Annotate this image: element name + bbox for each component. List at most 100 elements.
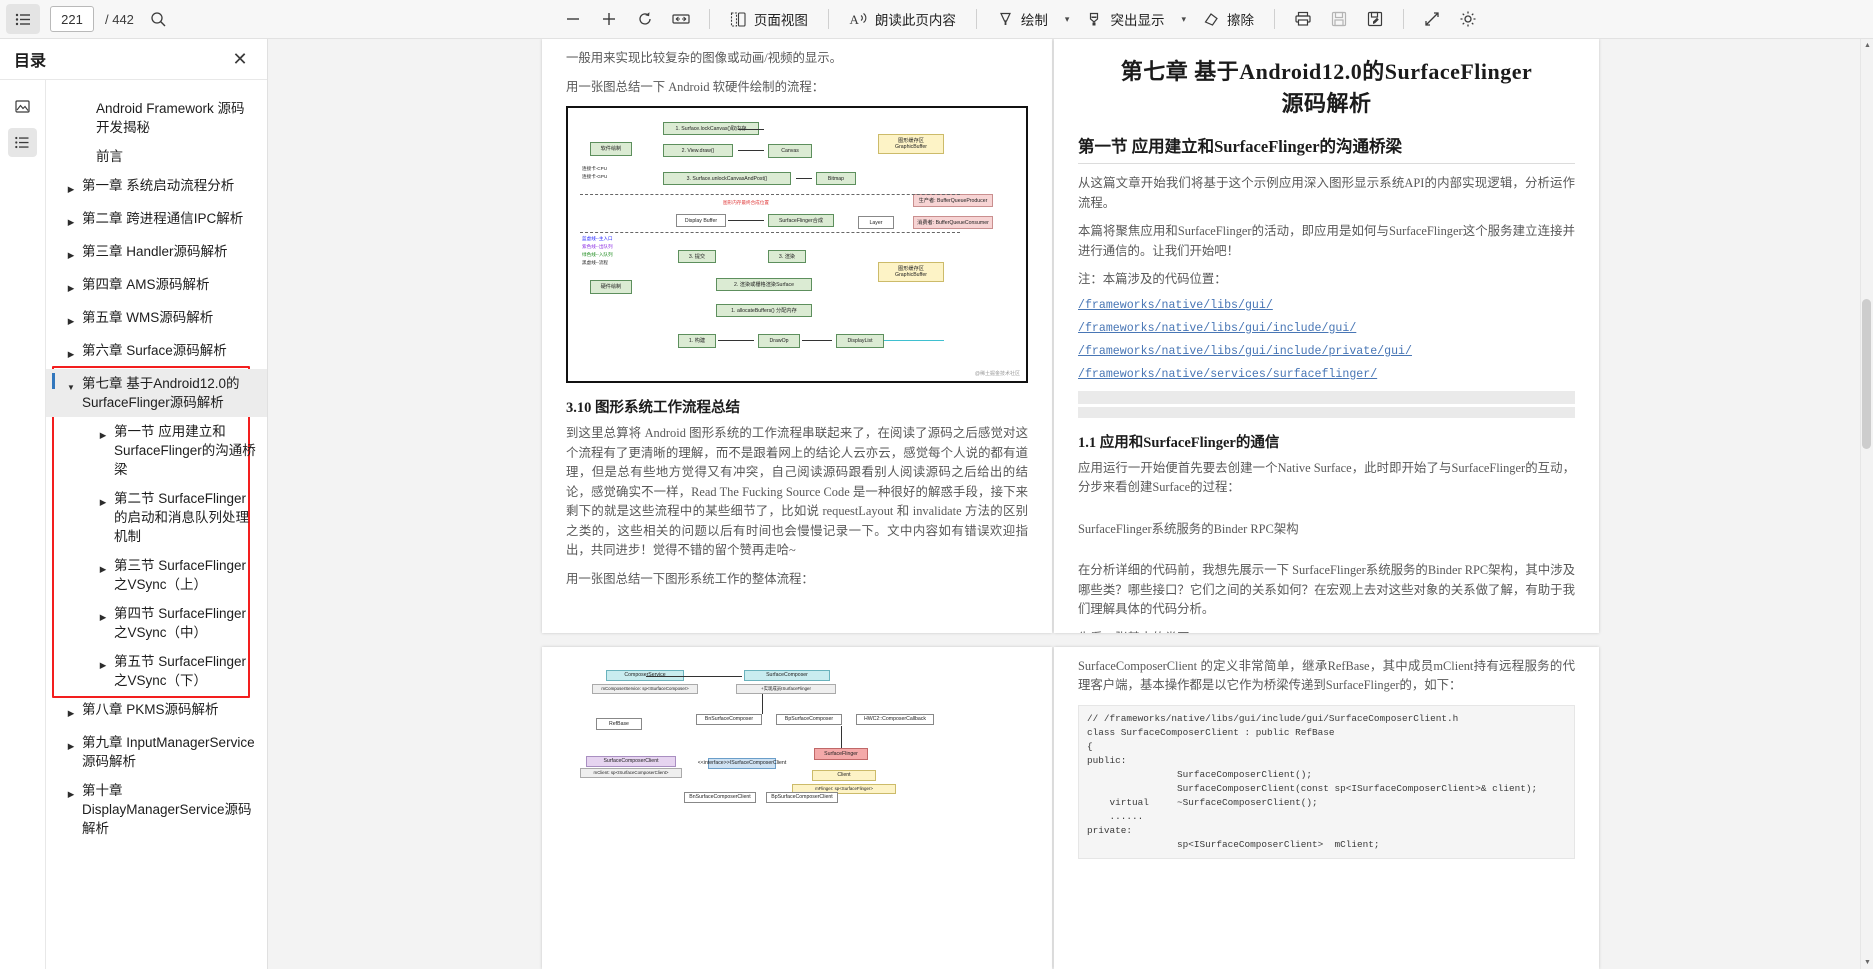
minus-icon [564, 10, 582, 28]
expand-icon [1423, 10, 1441, 28]
page-spread: 一般用来实现比较复杂的图像或动画/视频的显示。 用一张图总结一下 Android… [542, 39, 1599, 969]
twisty-collapsed-icon[interactable]: ▶ [92, 604, 114, 627]
erase-button[interactable]: 擦除 [1194, 4, 1263, 34]
toc-item-label: 第四章 AMS源码解析 [82, 275, 257, 294]
zoom-out-button[interactable] [556, 4, 590, 34]
scroll-up-chevron-up-icon[interactable]: ▲ [1861, 39, 1873, 52]
toc-item-10[interactable]: ▶第二节 SurfaceFlinger的启动和消息队列处理机制 [46, 484, 267, 551]
node-hardware-draw: 硬件绘制 [590, 280, 632, 294]
sidebar-body: Android Framework 源码开发揭秘前言▶第一章 系统启动流程分析▶… [0, 80, 267, 969]
fullscreen-button[interactable] [1415, 4, 1449, 34]
gray-placeholder-1 [1078, 391, 1575, 404]
twisty-collapsed-icon[interactable]: ▶ [92, 652, 114, 675]
document-page-right-top: 第七章 基于Android12.0的SurfaceFlinger 源码解析 第一… [1054, 39, 1599, 633]
save-as-button[interactable] [1358, 4, 1392, 34]
twisty-collapsed-icon[interactable]: ▶ [92, 489, 114, 512]
page-view-button[interactable]: 页面视图 [721, 4, 817, 34]
toc-item-13[interactable]: ▶第五节 SurfaceFlinger之VSync（下） [46, 647, 267, 695]
twisty-collapsed-icon[interactable]: ▶ [60, 275, 82, 298]
node-surfaceflinger-merge: SurfaceFlinger合成 [768, 214, 834, 227]
toc-item-3[interactable]: ▶第二章 跨进程通信IPC解析 [46, 204, 267, 237]
toc-list: Android Framework 源码开发揭秘前言▶第一章 系统启动流程分析▶… [46, 80, 267, 969]
cls-refbase: RefBase [596, 718, 642, 730]
page-content-left-bottom: ComposerService SurfaceComposer mCompose… [542, 647, 1052, 864]
document-page-left-top: 一般用来实现比较复杂的图像或动画/视频的显示。 用一张图总结一下 Android… [542, 39, 1052, 633]
toc-item-label: 第十章 DisplayManagerService源码解析 [82, 781, 257, 838]
code-path-link-1[interactable]: /frameworks/native/libs/gui/ [1078, 299, 1575, 312]
toc-item-11[interactable]: ▶第三节 SurfaceFlinger 之VSync（上） [46, 551, 267, 599]
toc-item-7[interactable]: ▶第六章 Surface源码解析 [46, 336, 267, 369]
chapter-title-line1: 第七章 基于Android12.0的SurfaceFlinger [1078, 57, 1575, 87]
toc-item-14[interactable]: ▶第八章 PKMS源码解析 [46, 695, 267, 728]
sidebar-toggle-button[interactable] [6, 4, 40, 34]
right-para-5: SurfaceFlinger系统服务的Binder RPC架构 [1078, 520, 1575, 540]
vertical-scrollbar[interactable]: ▲ ▼ [1860, 39, 1873, 969]
zoom-in-button[interactable] [592, 4, 626, 34]
thumbnail-panel-button[interactable] [8, 92, 37, 121]
draw-button[interactable]: 绘制 [988, 4, 1057, 34]
scrollbar-thumb[interactable] [1862, 299, 1871, 449]
twisty-collapsed-icon[interactable]: ▶ [60, 733, 82, 756]
toc-item-label: 第四节 SurfaceFlinger之VSync（中） [114, 604, 257, 642]
rotate-button[interactable] [628, 4, 662, 34]
node-graphicbuffer-1: 图形缓存区GraphicBuffer [878, 134, 944, 154]
toc-item-label: 第七章 基于Android12.0的SurfaceFlinger源码解析 [82, 374, 257, 412]
twisty-collapsed-icon[interactable]: ▶ [60, 176, 82, 199]
highlight-chevron-down-icon[interactable]: ▾ [1175, 14, 1192, 25]
toc-item-label: 第三节 SurfaceFlinger 之VSync（上） [114, 556, 257, 594]
toc-item-2[interactable]: ▶第一章 系统启动流程分析 [46, 171, 267, 204]
twisty-collapsed-icon[interactable]: ▶ [60, 242, 82, 265]
search-button[interactable] [142, 4, 176, 34]
toc-item-9[interactable]: ▶第一节 应用建立和SurfaceFlinger的沟通桥梁 [46, 417, 267, 484]
fit-width-button[interactable] [664, 4, 698, 34]
twisty-collapsed-icon[interactable]: ▶ [60, 308, 82, 331]
read-aloud-label: 朗读此页内容 [875, 9, 956, 29]
toc-item-5[interactable]: ▶第四章 AMS源码解析 [46, 270, 267, 303]
toc-item-label: 第二节 SurfaceFlinger的启动和消息队列处理机制 [114, 489, 257, 546]
fit-width-icon [671, 10, 691, 28]
twisty-collapsed-icon[interactable]: ▶ [60, 700, 82, 723]
draw-chevron-down-icon[interactable]: ▾ [1059, 14, 1076, 25]
toc-item-12[interactable]: ▶第四节 SurfaceFlinger之VSync（中） [46, 599, 267, 647]
cls-composerservice-member: mComposerService: sp<ISurfaceComposer> [592, 684, 698, 694]
toc-item-0[interactable]: Android Framework 源码开发揭秘 [46, 94, 267, 142]
label-gpu: 连接卡-GPU [582, 174, 607, 180]
toc-item-8[interactable]: ▼第七章 基于Android12.0的SurfaceFlinger源码解析 [46, 369, 267, 417]
toc-item-1[interactable]: 前言 [46, 142, 267, 171]
read-aloud-button[interactable]: A 朗读此页内容 [840, 4, 965, 34]
twisty-expanded-icon[interactable]: ▼ [60, 374, 82, 397]
save-button[interactable] [1322, 4, 1356, 34]
code-path-link-3[interactable]: /frameworks/native/libs/gui/include/priv… [1078, 345, 1575, 358]
toc-item-label: 第六章 Surface源码解析 [82, 341, 257, 360]
toc-item-4[interactable]: ▶第三章 Handler源码解析 [46, 237, 267, 270]
scroll-down-chevron-down-icon[interactable]: ▼ [1861, 956, 1873, 969]
toc-item-label: 第一章 系统启动流程分析 [82, 176, 257, 195]
close-icon[interactable]: ✕ [227, 46, 253, 72]
label-memory-final: 图形内存最终合成位置 [723, 200, 769, 206]
code-path-link-4[interactable]: /frameworks/native/services/surfacefling… [1078, 368, 1575, 381]
toc-item-label: Android Framework 源码开发揭秘 [96, 99, 257, 137]
page-number-value: 221 [61, 12, 83, 27]
divider-dash-2 [580, 232, 960, 233]
right-para-8: SurfaceComposerClient 的定义非常简单，继承RefBase，… [1078, 657, 1575, 696]
twisty-collapsed-icon[interactable]: ▶ [92, 422, 114, 445]
toc-item-6[interactable]: ▶第五章 WMS源码解析 [46, 303, 267, 336]
highlight-button[interactable]: 突出显示 [1077, 4, 1173, 34]
node-render: 3. 渲染 [768, 250, 806, 263]
settings-button[interactable] [1451, 4, 1485, 34]
toc-item-15[interactable]: ▶第九章 InputManagerService源码解析 [46, 728, 267, 776]
code-path-link-2[interactable]: /frameworks/native/libs/gui/include/gui/ [1078, 322, 1575, 335]
print-button[interactable] [1286, 4, 1320, 34]
right-para-2: 本篇将聚焦应用和SurfaceFlinger的活动，即应用是如何与Surface… [1078, 222, 1575, 261]
twisty-collapsed-icon[interactable]: ▶ [60, 209, 82, 232]
toc-item-16[interactable]: ▶第十章 DisplayManagerService源码解析 [46, 776, 267, 843]
node-bitmap: Bitmap [816, 172, 856, 185]
node-render-surface: 2. 渲染或栅格渲染Surface [716, 278, 812, 291]
twisty-collapsed-icon[interactable]: ▶ [60, 341, 82, 364]
left-para-summary: 用一张图总结一下图形系统工作的整体流程： [566, 570, 1028, 590]
rotate-icon [636, 10, 654, 28]
toc-panel-button[interactable] [8, 128, 37, 157]
twisty-collapsed-icon[interactable]: ▶ [60, 781, 82, 804]
page-number-input[interactable]: 221 [50, 6, 94, 32]
twisty-collapsed-icon[interactable]: ▶ [92, 556, 114, 579]
